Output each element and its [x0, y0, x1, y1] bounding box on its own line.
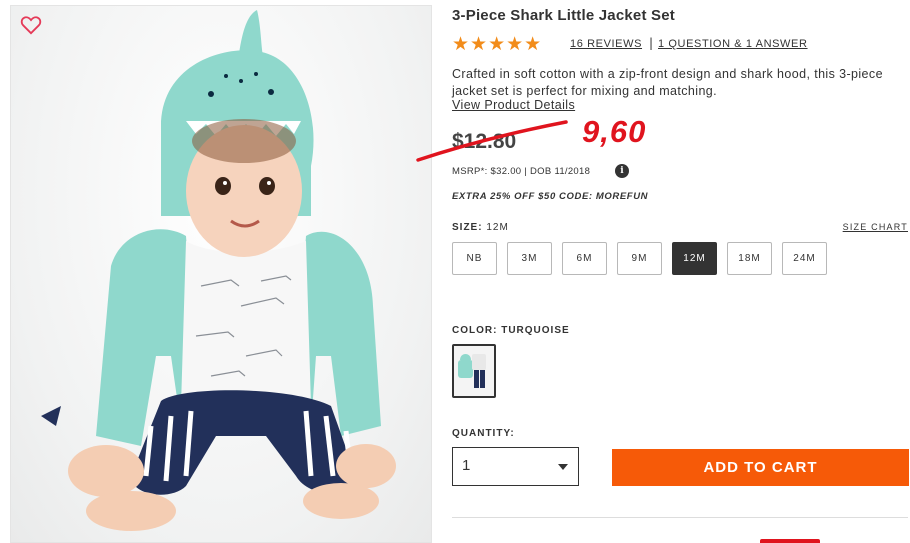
baby-shark-jacket-photo	[41, 10, 396, 531]
size-option-12m[interactable]: 12M	[672, 242, 717, 275]
add-to-cart-button[interactable]: ADD TO CART	[612, 449, 909, 486]
color-swatch-turquoise[interactable]	[452, 344, 496, 398]
size-option-3m[interactable]: 3M	[507, 242, 552, 275]
handwritten-new-price: 9,60	[582, 114, 647, 149]
product-description: Crafted in soft cotton with a zip-front …	[452, 67, 883, 98]
quantity-label: QUANTITY:	[452, 428, 515, 439]
chevron-down-icon	[558, 464, 568, 470]
quantity-value: 1	[462, 457, 471, 474]
size-label: SIZE: 12M	[452, 222, 509, 233]
size-options: NB 3M 6M 9M 12M 18M 24M	[452, 242, 827, 275]
view-product-details-link[interactable]: View Product Details	[452, 98, 575, 112]
rating-stars[interactable]: ★★★★★	[452, 33, 542, 55]
color-label: COLOR: TURQUOISE	[452, 325, 570, 336]
swatch-thumbnail	[458, 354, 486, 388]
size-option-9m[interactable]: 9M	[617, 242, 662, 275]
msrp-text: MSRP*: $32.00 | DOB 11/2018	[452, 166, 591, 177]
size-chart-link[interactable]: SIZE CHART	[843, 222, 908, 232]
size-option-18m[interactable]: 18M	[727, 242, 772, 275]
selected-size: 12M	[486, 222, 509, 233]
reviews-link[interactable]: 16 REVIEWS	[570, 38, 642, 50]
size-label-text: SIZE:	[452, 222, 483, 233]
size-option-nb[interactable]: NB	[452, 242, 497, 275]
partial-red-element	[760, 539, 820, 543]
question-answer-link[interactable]: 1 QUESTION & 1 ANSWER	[658, 38, 808, 50]
promo-code-text: EXTRA 25% OFF $50 CODE: MOREFUN	[452, 191, 649, 202]
original-price: $12.80	[452, 130, 517, 153]
size-option-24m[interactable]: 24M	[782, 242, 827, 275]
info-icon[interactable]: i	[615, 164, 629, 178]
section-divider	[452, 517, 908, 518]
product-title: 3-Piece Shark Little Jacket Set	[452, 7, 675, 24]
product-info-panel: 3-Piece Shark Little Jacket Set ★★★★★ 16…	[416, 0, 910, 543]
size-option-6m[interactable]: 6M	[562, 242, 607, 275]
product-image[interactable]	[10, 5, 432, 543]
qa-separator: |	[649, 36, 654, 50]
quantity-select[interactable]: 1	[452, 447, 579, 486]
heart-icon[interactable]	[20, 15, 42, 35]
